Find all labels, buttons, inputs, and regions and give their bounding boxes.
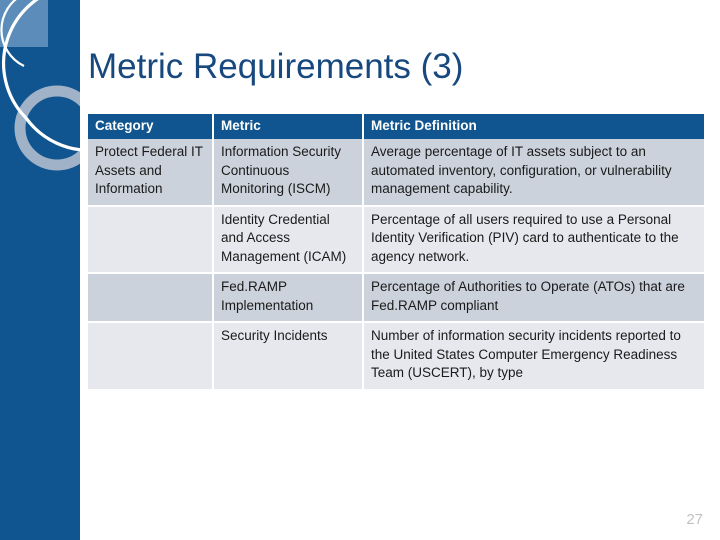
cell-definition: Percentage of Authorities to Operate (AT…: [363, 273, 704, 323]
cell-metric: Identity Credential and Access Managemen…: [213, 205, 364, 274]
cell-definition: Number of information security incidents…: [363, 322, 704, 391]
column-header-metric-definition: Metric Definition: [363, 114, 704, 139]
cell-metric: Security Incidents: [213, 322, 364, 391]
metric-requirements-table: Category Metric Metric Definition Protec…: [88, 114, 704, 391]
table-header-row: Category Metric Metric Definition: [88, 114, 704, 139]
table-row: Security Incidents Number of information…: [88, 322, 704, 391]
cell-definition: Average percentage of IT assets subject …: [363, 139, 704, 207]
page-title: Metric Requirements (3): [88, 47, 464, 86]
cell-category: [88, 322, 214, 391]
cell-category: [88, 205, 214, 274]
table-row: Identity Credential and Access Managemen…: [88, 205, 704, 274]
slide-canvas: Metric Requirements (3) Category Metric …: [0, 0, 720, 540]
cell-category: [88, 273, 214, 323]
page-number: 27: [686, 511, 703, 528]
cell-category: Protect Federal IT Assets and Informatio…: [88, 139, 214, 207]
cell-metric: Information Security Continuous Monitori…: [213, 139, 364, 207]
sidebar-band: [0, 0, 80, 540]
cell-definition: Percentage of all users required to use …: [363, 205, 704, 274]
table-row: Protect Federal IT Assets and Informatio…: [88, 139, 704, 207]
cell-metric: Fed.RAMP Implementation: [213, 273, 364, 323]
decorative-sidebar: [0, 0, 80, 540]
column-header-metric: Metric: [213, 114, 364, 139]
column-header-category: Category: [88, 114, 214, 139]
table-row: Fed.RAMP Implementation Percentage of Au…: [88, 273, 704, 323]
